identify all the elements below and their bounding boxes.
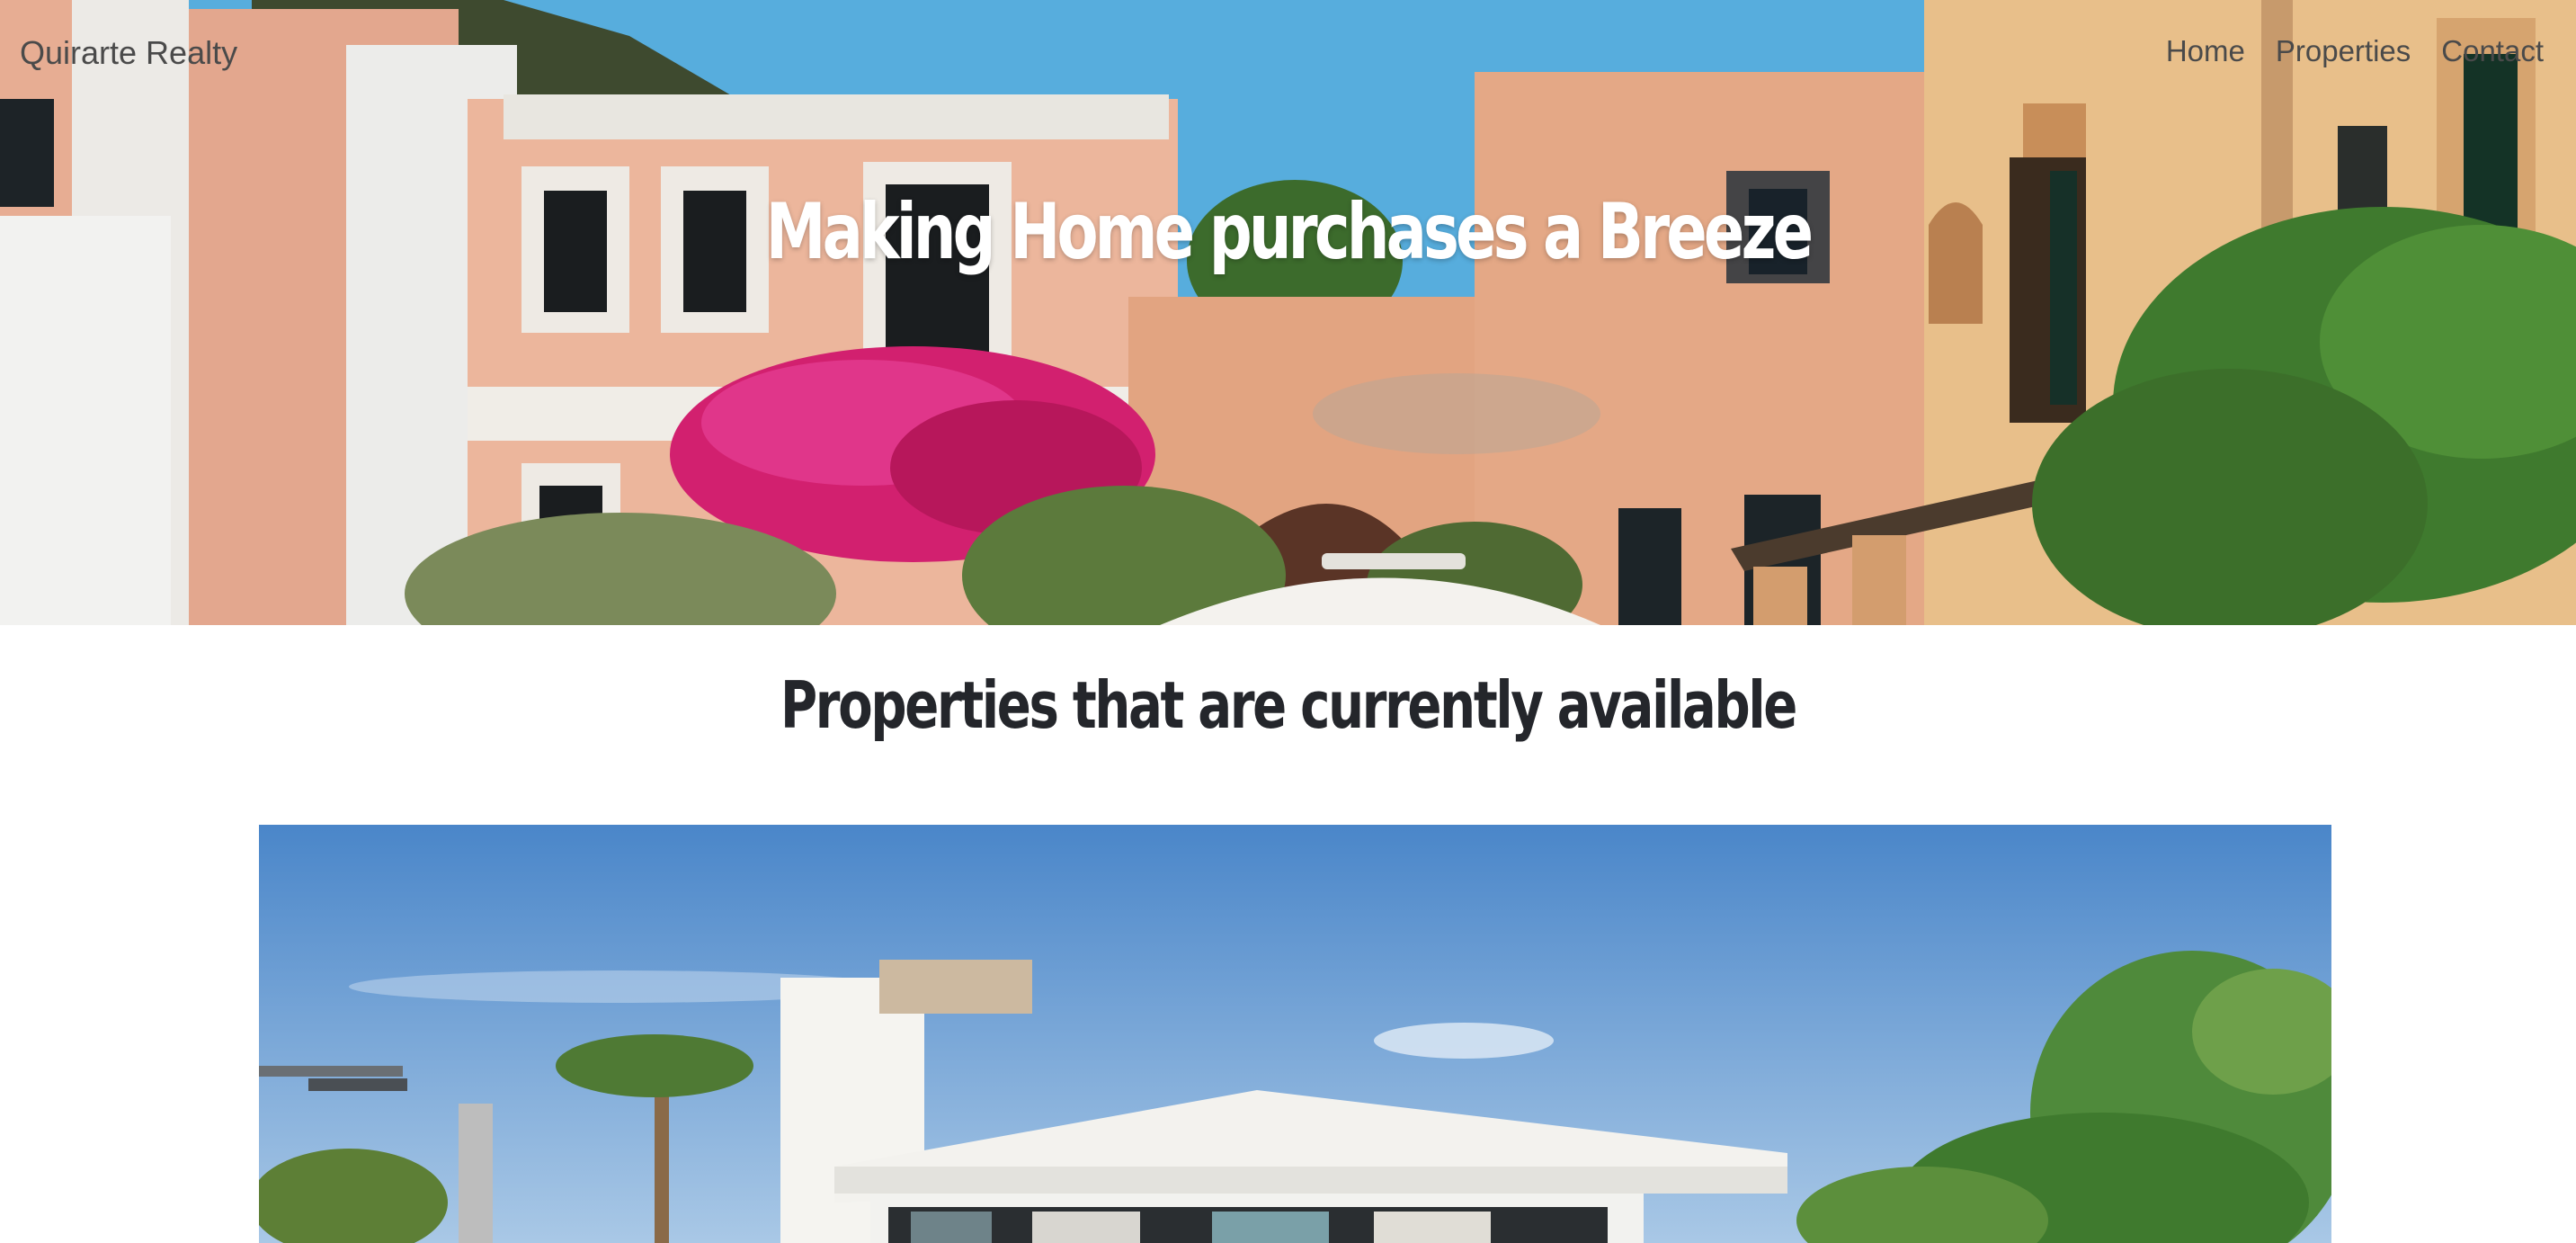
nav-link-home[interactable]: Home — [2166, 34, 2245, 68]
nav-links: Home Properties Contact — [2166, 34, 2544, 68]
listings-heading: Properties that are currently available — [780, 667, 1797, 743]
navbar: Quirarte Realty Home Properties Contact — [0, 0, 2576, 108]
property-image — [259, 825, 2331, 1243]
nav-link-contact[interactable]: Contact — [2441, 34, 2544, 68]
hero-title: Making Home purchases a Breeze — [765, 187, 1814, 277]
nav-link-properties[interactable]: Properties — [2276, 34, 2411, 68]
brand-logo-link[interactable]: Quirarte Realty — [20, 34, 237, 72]
hero-banner: Quirarte Realty Home Properties Contact … — [0, 0, 2576, 625]
property-card[interactable] — [259, 825, 2331, 1243]
